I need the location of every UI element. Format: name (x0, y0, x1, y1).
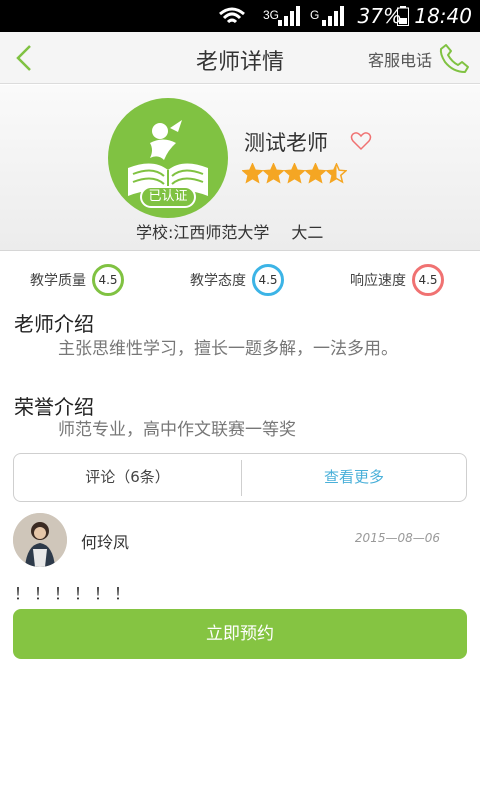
star-icon (263, 163, 284, 184)
service-phone-label[interactable]: 客服电话 (368, 47, 432, 71)
rating-label: 教学态度 (190, 273, 246, 289)
rating-label: 响应速度 (350, 273, 406, 289)
star-icon (305, 163, 326, 184)
honors-title: 荣誉介绍 (14, 395, 94, 419)
status-bar: 3G G 37% 18:40 (0, 0, 480, 32)
star-icon (326, 163, 347, 184)
phone-icon[interactable] (438, 42, 470, 74)
rating-response-speed: 响应速度 4.5 (350, 262, 444, 298)
commenter-avatar (13, 513, 67, 567)
teacher-profile-card: 已认证 测试老师 学校:江西师范大学 大二 (0, 85, 480, 251)
battery-percentage: 37% (357, 4, 402, 28)
signal-strength-icon-2 (322, 6, 344, 26)
school-info: 学校:江西师范大学 大二 (136, 219, 323, 243)
intro-body: 主张思维性学习，擅长一题多解，一法多用。 (58, 339, 398, 359)
user-photo-icon (13, 513, 67, 567)
signal-type-label: 3G (263, 8, 280, 22)
signal-strength-icon (278, 6, 300, 26)
tab-view-more[interactable]: 查看更多 (242, 454, 466, 501)
teacher-name: 测试老师 (244, 131, 328, 155)
battery-icon (397, 6, 409, 26)
rating-teaching-quality: 教学质量 4.5 (30, 262, 124, 298)
verified-badge: 已认证 (140, 186, 196, 208)
school-name: 学校:江西师范大学 (136, 223, 270, 242)
rating-value: 4.5 (412, 264, 444, 296)
rating-value: 4.5 (252, 264, 284, 296)
signal-type-label-2: G (310, 8, 320, 22)
grade-label: 大二 (291, 223, 324, 242)
rating-label: 教学质量 (30, 273, 86, 289)
rating-value: 4.5 (92, 264, 124, 296)
commenter-name: 何玲凤 (81, 533, 130, 552)
clock: 18:40 (414, 4, 472, 28)
comment-date: 2015—08—06 (354, 531, 440, 545)
honors-body: 师范专业，高中作文联赛一等奖 (58, 420, 296, 440)
star-rating (242, 163, 347, 187)
comments-tab-bar: 评论（6条） 查看更多 (13, 453, 467, 502)
tab-comments[interactable]: 评论（6条） (14, 454, 241, 501)
star-icon (284, 163, 305, 184)
intro-title: 老师介绍 (14, 312, 94, 336)
nav-bar: 老师详情 客服电话 (0, 32, 480, 84)
ratings-row: 教学质量 4.5 教学态度 4.5 响应速度 4.5 (0, 262, 480, 298)
comment-text: ！！！！！！ (14, 584, 135, 603)
rating-teaching-attitude: 教学态度 4.5 (190, 262, 284, 298)
book-now-button[interactable]: 立即预约 (13, 609, 467, 659)
heart-icon[interactable] (350, 131, 372, 151)
wifi-icon (219, 7, 245, 24)
star-icon (242, 163, 263, 184)
